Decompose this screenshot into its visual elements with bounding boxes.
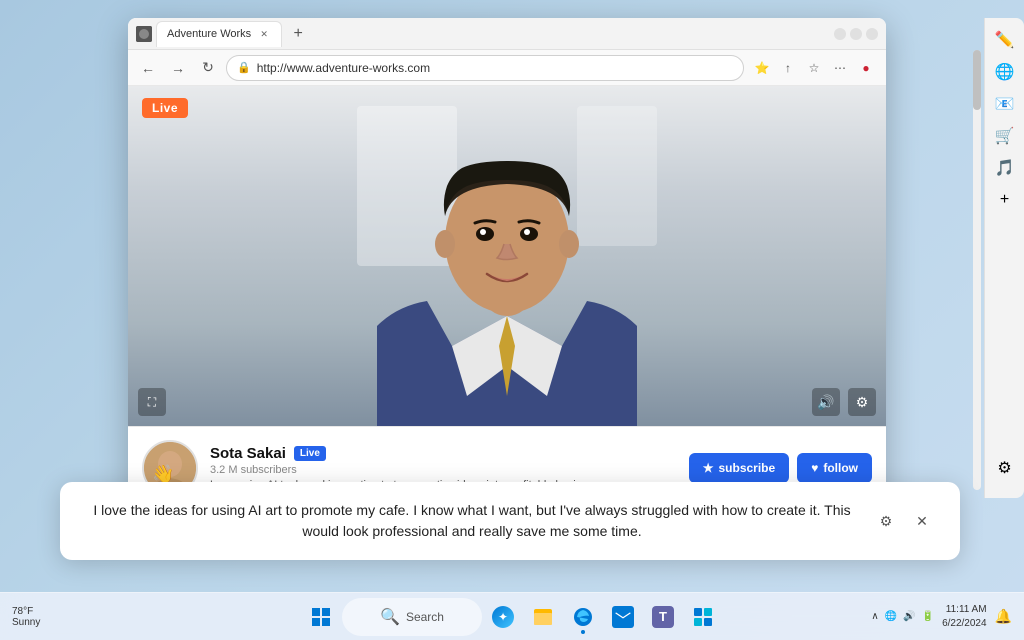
- taskbar-teams[interactable]: T: [644, 598, 682, 636]
- collections-button[interactable]: ⭐: [750, 56, 774, 80]
- video-controls: 🔊 ⚙: [812, 388, 876, 416]
- channel-actions: ★ subscribe ♥ follow: [689, 453, 872, 483]
- scrollbar-thumb[interactable]: [973, 50, 981, 110]
- video-area: Live ⛶ 🔊 ⚙: [128, 86, 886, 426]
- sidebar-add-icon[interactable]: +: [991, 186, 1019, 214]
- taskbar-edge[interactable]: [564, 598, 602, 636]
- system-tray: ∧ 🌐 🔊 🔋: [871, 611, 934, 622]
- taskbar-right: ∧ 🌐 🔊 🔋 11:11 AM 6/22/2024 🔔: [871, 603, 1012, 631]
- live-badge: Live: [142, 98, 188, 118]
- start-button[interactable]: [302, 598, 340, 636]
- tab-title: Adventure Works: [167, 28, 251, 40]
- teams-icon: T: [652, 606, 674, 628]
- live-tag: Live: [294, 446, 326, 461]
- tab-close-button[interactable]: ✕: [257, 27, 271, 41]
- notification-icon[interactable]: 🔔: [995, 608, 1012, 625]
- search-button[interactable]: 🔍 Search: [342, 598, 482, 636]
- clock-time: 11:11 AM: [942, 603, 987, 617]
- mail-icon: [612, 606, 634, 628]
- search-label: Search: [406, 610, 444, 624]
- taskbar-center: 🔍 Search ✦: [302, 598, 722, 636]
- taskbar-mail[interactable]: [604, 598, 642, 636]
- taskbar-store[interactable]: [684, 598, 722, 636]
- active-tab[interactable]: Adventure Works ✕: [156, 21, 282, 47]
- taskbar-weather: 78°F Sunny: [12, 606, 40, 628]
- tab-bar: Adventure Works ✕ +: [156, 21, 830, 47]
- volume-button[interactable]: 🔊: [812, 388, 840, 416]
- browser-favicon: [136, 26, 152, 42]
- volume-icon[interactable]: 🔊: [903, 611, 915, 622]
- sidebar-pencil-icon[interactable]: ✏️: [991, 26, 1019, 54]
- edge-browser-icon: [572, 606, 594, 628]
- ai-popup-text: I love the ideas for using AI art to pro…: [84, 500, 860, 542]
- weather-condition: Sunny: [12, 617, 40, 628]
- maximize-button[interactable]: □: [850, 28, 862, 40]
- search-icon: 🔍: [380, 607, 400, 627]
- more-button[interactable]: ⋯: [828, 56, 852, 80]
- expand-button[interactable]: ⛶: [138, 388, 166, 416]
- temperature: 78°F: [12, 606, 40, 617]
- network-icon[interactable]: 🌐: [885, 611, 897, 622]
- sidebar-globe-icon[interactable]: 🌐: [991, 58, 1019, 86]
- desktop: Adventure Works ✕ + — □ ✕ ← → ↻ 🔒 http:/…: [0, 0, 1024, 640]
- battery-icon[interactable]: 🔋: [922, 611, 934, 622]
- nav-bar: ← → ↻ 🔒 http://www.adventure-works.com ⭐…: [128, 50, 886, 86]
- star-icon: ★: [703, 461, 714, 475]
- edge-sidebar: ✏️ 🌐 📧 🛒 🎵 + ⚙: [984, 18, 1024, 498]
- sidebar-music-icon[interactable]: 🎵: [991, 154, 1019, 182]
- title-bar: Adventure Works ✕ + — □ ✕: [128, 18, 886, 50]
- taskbar: 78°F Sunny 🔍 Search: [0, 592, 1024, 640]
- close-button[interactable]: ✕: [866, 28, 878, 40]
- favorites-button[interactable]: ☆: [802, 56, 826, 80]
- window-controls: — □ ✕: [834, 28, 878, 40]
- channel-name-row: Sota Sakai Live: [210, 445, 677, 462]
- subscribe-button[interactable]: ★ subscribe: [689, 453, 789, 483]
- system-clock[interactable]: 11:11 AM 6/22/2024: [942, 603, 987, 631]
- files-icon: [532, 606, 554, 628]
- windows-icon: [309, 605, 333, 629]
- active-indicator: [581, 630, 585, 634]
- scrollbar[interactable]: [973, 50, 981, 490]
- edge-icon[interactable]: ●: [854, 56, 878, 80]
- lock-icon: 🔒: [237, 61, 251, 74]
- clock-date: 6/22/2024: [942, 617, 987, 631]
- follow-button[interactable]: ♥ follow: [797, 453, 872, 483]
- forward-button[interactable]: →: [166, 56, 190, 80]
- browser-window: Adventure Works ✕ + — □ ✕ ← → ↻ 🔒 http:/…: [128, 18, 886, 508]
- url-text: http://www.adventure-works.com: [257, 61, 430, 75]
- sidebar-mail-icon[interactable]: 📧: [991, 90, 1019, 118]
- up-arrow-icon[interactable]: ∧: [871, 611, 878, 622]
- subscribers-count: 3.2 M subscribers: [210, 464, 677, 476]
- person-figure: [297, 86, 717, 426]
- sidebar-settings-icon[interactable]: ⚙: [991, 454, 1019, 482]
- channel-name: Sota Sakai: [210, 445, 286, 462]
- taskbar-copilot[interactable]: ✦: [484, 598, 522, 636]
- minimize-button[interactable]: —: [834, 28, 846, 40]
- sidebar-cart-icon[interactable]: 🛒: [991, 122, 1019, 150]
- back-button[interactable]: ←: [136, 56, 160, 80]
- heart-icon: ♥: [811, 461, 818, 475]
- refresh-button[interactable]: ↻: [196, 56, 220, 80]
- nav-actions: ⭐ ↑ ☆ ⋯ ●: [750, 56, 878, 80]
- share-button[interactable]: ↑: [776, 56, 800, 80]
- ai-popup-actions: ⚙ ✕: [872, 507, 936, 535]
- new-tab-button[interactable]: +: [286, 22, 310, 46]
- address-bar[interactable]: 🔒 http://www.adventure-works.com: [226, 55, 744, 81]
- store-icon: [692, 606, 714, 628]
- taskbar-files[interactable]: [524, 598, 562, 636]
- ai-popup: I love the ideas for using AI art to pro…: [60, 482, 960, 560]
- ai-close-button[interactable]: ✕: [908, 507, 936, 535]
- settings-button[interactable]: ⚙: [848, 388, 876, 416]
- copilot-icon: ✦: [492, 606, 514, 628]
- ai-settings-button[interactable]: ⚙: [872, 507, 900, 535]
